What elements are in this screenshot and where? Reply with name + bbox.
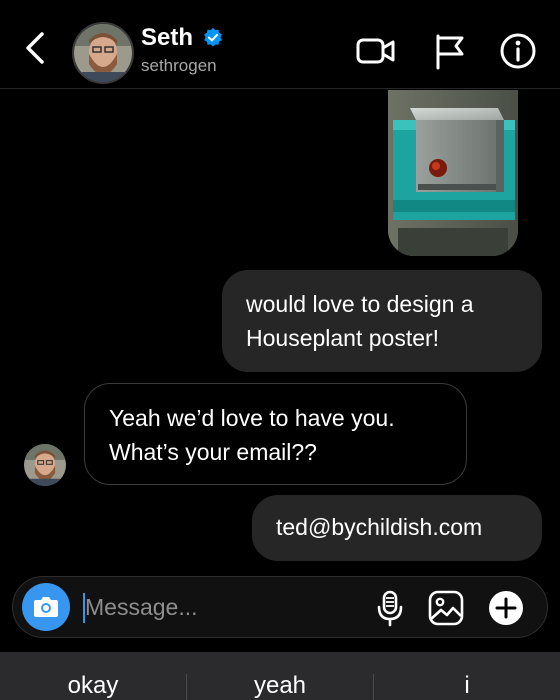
video-call-icon[interactable]	[356, 32, 396, 70]
verified-badge-icon	[204, 27, 222, 47]
message-bubble-incoming[interactable]: Yeah we’d love to have you. What’s your …	[84, 383, 467, 485]
plus-icon[interactable]	[487, 589, 525, 627]
camera-icon	[34, 597, 58, 617]
contact-username: sethrogen	[141, 56, 217, 75]
sender-avatar[interactable]	[24, 444, 66, 486]
keyboard-suggestion-bar: okay yeah i	[0, 652, 560, 700]
message-input[interactable]	[85, 589, 355, 625]
message-bubble-outgoing[interactable]: would love to design a Houseplant poster…	[222, 270, 542, 372]
flag-icon[interactable]	[432, 32, 472, 70]
profile-avatar[interactable]	[72, 22, 134, 84]
contact-name[interactable]: Seth	[141, 24, 193, 52]
message-composer	[12, 576, 548, 638]
message-bubble-outgoing[interactable]: ted@bychildish.com	[252, 495, 542, 561]
suggestion-word[interactable]: i	[374, 672, 560, 700]
info-icon[interactable]	[498, 32, 538, 70]
back-arrow-icon[interactable]	[18, 28, 54, 68]
chat-header: Seth sethrogen	[0, 0, 560, 89]
suggestion-word[interactable]: okay	[0, 672, 186, 700]
camera-button[interactable]	[22, 583, 70, 631]
microphone-icon[interactable]	[371, 589, 409, 627]
suggestion-word[interactable]: yeah	[187, 672, 373, 700]
shared-photo-message[interactable]	[388, 90, 518, 256]
gallery-icon[interactable]	[427, 589, 465, 627]
